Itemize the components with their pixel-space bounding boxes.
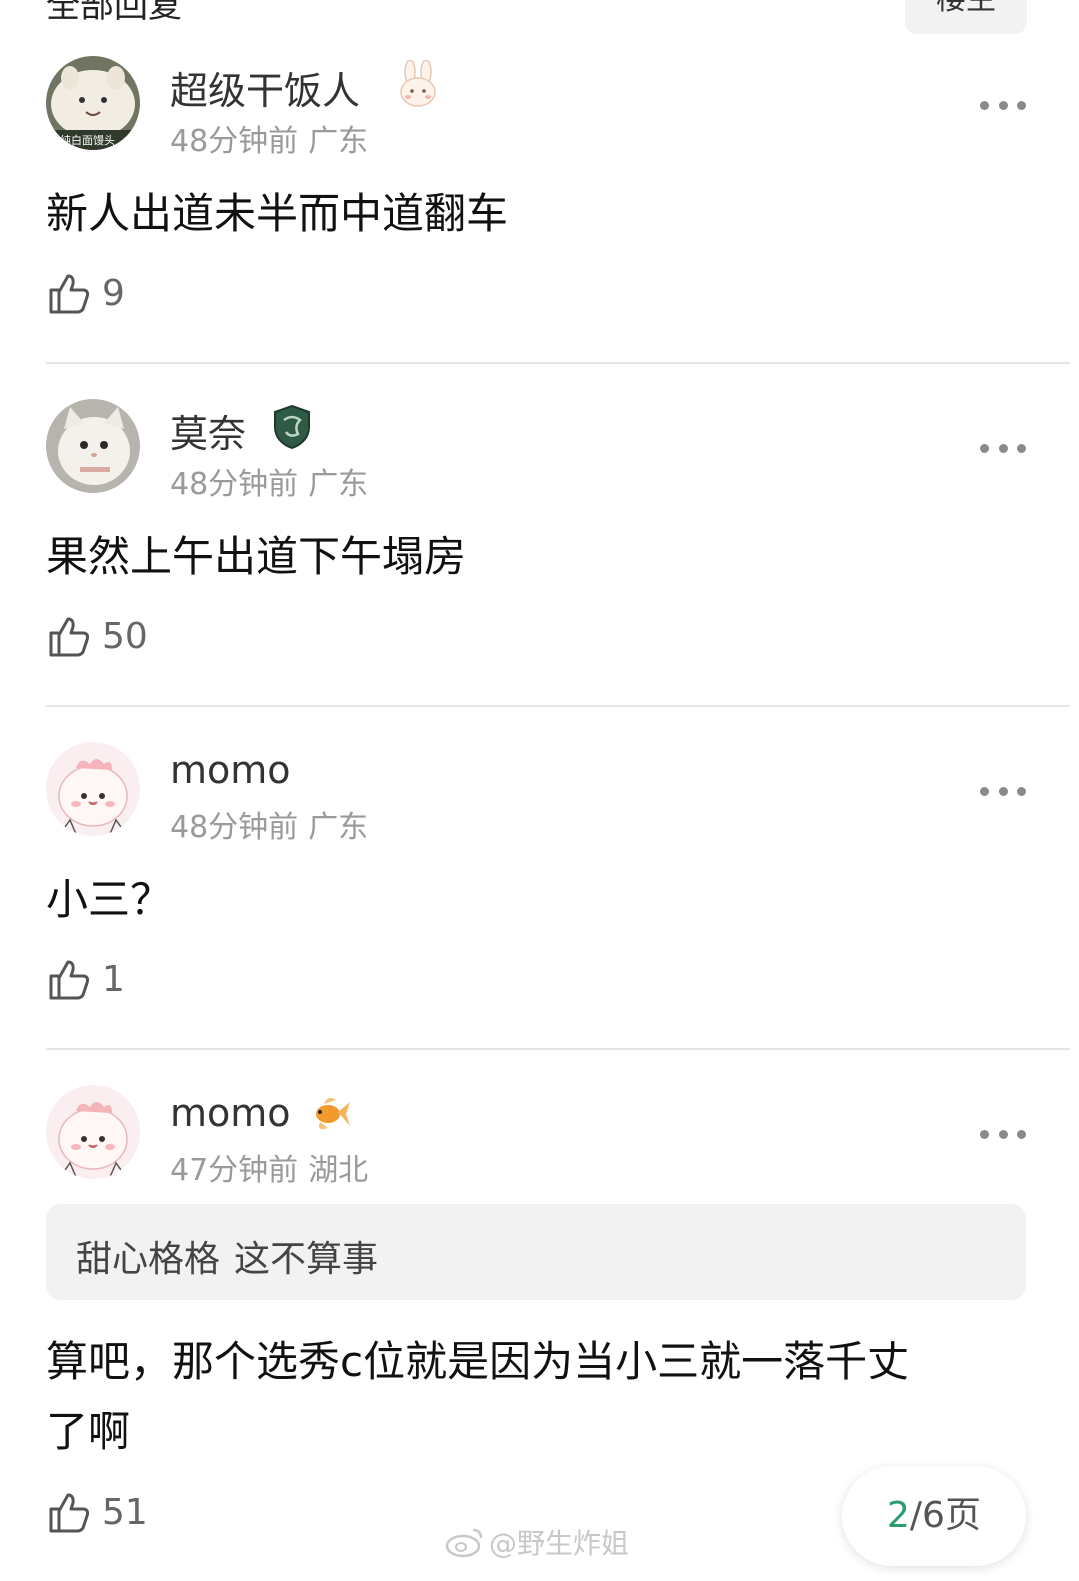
quote-content: 甜心格格 这不算事: [76, 1230, 378, 1282]
comment-meta: 47分钟前 湖北: [170, 1145, 378, 1189]
comment-text: 小三？: [46, 875, 173, 924]
location: 广东: [308, 810, 369, 845]
like-count: 1: [102, 958, 125, 1000]
watermark-text: @野生炸姐: [489, 1527, 630, 1560]
goldfish-badge-icon: [306, 1090, 352, 1140]
more-icon[interactable]: [980, 98, 1026, 112]
rabbit-badge-icon: [396, 59, 440, 112]
quoted-reply[interactable]: 甜心格格 这不算事: [46, 1204, 1026, 1300]
timestamp: 48分钟前: [170, 467, 299, 502]
comment-text: 果然上午出道下午塌房: [46, 532, 467, 581]
page-total: /6页: [909, 1495, 981, 1536]
username[interactable]: 莫奈: [170, 403, 246, 458]
quote-text: 这不算事: [234, 1239, 379, 1280]
divider: [46, 362, 1070, 364]
comment-meta: 48分钟前 广东: [170, 459, 378, 503]
username[interactable]: momo: [170, 748, 291, 792]
weibo-icon: [445, 1528, 483, 1558]
like-button[interactable]: 9: [46, 268, 125, 318]
more-icon[interactable]: [980, 1127, 1026, 1141]
more-icon[interactable]: [980, 784, 1026, 798]
like-button[interactable]: 50: [46, 611, 148, 661]
thumb-up-icon: [49, 1493, 90, 1533]
avatar[interactable]: [46, 742, 140, 836]
location: 湖北: [308, 1153, 369, 1188]
like-count: 50: [102, 615, 148, 657]
avatar[interactable]: [46, 1085, 140, 1179]
location: 广东: [308, 124, 369, 159]
location: 广东: [308, 467, 369, 502]
comment-text-line1: 算吧，那个选秀c位就是因为当小三就一落千丈: [46, 1337, 910, 1386]
timestamp: 48分钟前: [170, 124, 299, 159]
avatar[interactable]: [46, 399, 140, 493]
watermark: @野生炸姐: [445, 1522, 629, 1562]
divider: [46, 705, 1070, 707]
comment-text: 新人出道未半而中道翻车: [46, 189, 509, 238]
like-count: 51: [102, 1491, 148, 1533]
like-count: 9: [102, 272, 125, 314]
like-button[interactable]: 51: [46, 1487, 148, 1537]
more-icon[interactable]: [980, 441, 1026, 455]
quote-username[interactable]: 甜心格格: [76, 1239, 220, 1280]
avatar[interactable]: 纯白面馒头: [46, 56, 140, 150]
timestamp: 47分钟前: [170, 1153, 299, 1188]
like-button[interactable]: 1: [46, 954, 125, 1004]
username[interactable]: momo: [170, 1091, 291, 1135]
thumb-up-icon: [49, 274, 90, 314]
comment-meta: 48分钟前 广东: [170, 116, 378, 160]
thumb-up-icon: [49, 617, 90, 657]
page-indicator[interactable]: 2/6页: [842, 1466, 1026, 1566]
current-page: 2: [887, 1495, 910, 1536]
thumb-up-icon: [49, 960, 90, 1000]
shield-badge-icon: [272, 404, 312, 454]
sort-button[interactable]: 楼主: [905, 0, 1027, 34]
avatar-caption: 纯白面馒头: [60, 134, 115, 147]
divider: [46, 1048, 1070, 1050]
username[interactable]: 超级干饭人: [170, 60, 360, 115]
comment-meta: 48分钟前 广东: [170, 802, 378, 846]
timestamp: 48分钟前: [170, 810, 299, 845]
comment-text-line2: 了啊: [46, 1407, 131, 1456]
section-title: 全部回复: [46, 0, 182, 26]
